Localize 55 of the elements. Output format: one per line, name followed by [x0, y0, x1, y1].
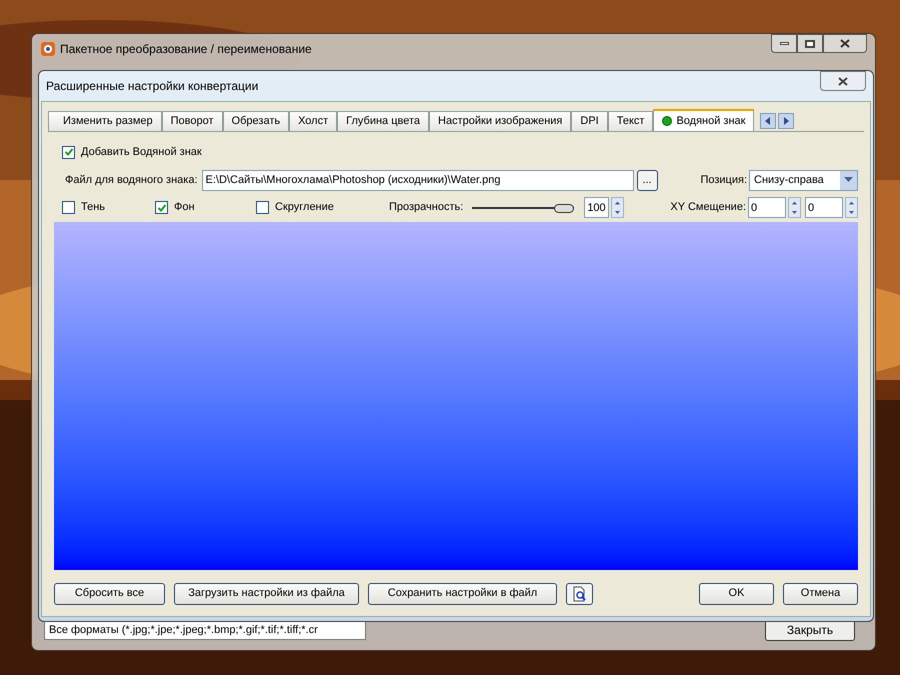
- spin-buttons[interactable]: [611, 197, 624, 218]
- field-label: Файл для водяного знака:: [65, 172, 198, 188]
- window-title: Пакетное преобразование / переименование: [60, 41, 312, 58]
- checkbox-label: Фон: [174, 200, 195, 216]
- checkbox[interactable]: [155, 201, 168, 214]
- checkbox[interactable]: [256, 201, 269, 214]
- tab[interactable]: Настройки изображения: [429, 111, 572, 131]
- checkbox-label: Добавить Водяной знак: [81, 145, 202, 160]
- tab[interactable]: Текст: [608, 111, 654, 131]
- tab[interactable]: Холст: [289, 111, 338, 131]
- minimize-button[interactable]: [771, 34, 797, 53]
- field-label: Прозрачность:: [389, 200, 464, 216]
- maximize-icon: [805, 40, 815, 48]
- dropdown-arrow-icon: [844, 177, 853, 183]
- position-select[interactable]: Снизу-справа: [749, 170, 858, 190]
- dialog-button[interactable]: Сохранить настройки в файл: [368, 582, 557, 604]
- tab[interactable]: Изменить размер: [48, 111, 162, 131]
- dialog-button[interactable]: Сбросить все: [54, 582, 165, 604]
- checkbox[interactable]: [62, 201, 75, 214]
- close-icon: [840, 39, 850, 48]
- offset-x-field[interactable]: 0: [748, 197, 786, 218]
- tab[interactable]: DPI: [571, 111, 608, 131]
- left-arrow-icon: [764, 117, 772, 125]
- spin-buttons[interactable]: [788, 197, 801, 218]
- opacity-slider[interactable]: [472, 202, 574, 214]
- browse-button[interactable]: ...: [636, 170, 658, 190]
- tab[interactable]: Глубина цвета: [337, 111, 430, 131]
- dialog-title: Расширенные настройки конвертации: [46, 78, 258, 95]
- scroll-right-button[interactable]: [778, 113, 794, 129]
- dialog-button[interactable]: Загрузить настройки из файла: [174, 582, 359, 604]
- slider-thumb[interactable]: [554, 204, 574, 212]
- scroll-left-button[interactable]: [760, 113, 776, 129]
- close-icon: [838, 76, 848, 86]
- file-path-field[interactable]: E:\D\Сайты\Многохлама\Photoshop (исходники)\Water.png: [202, 170, 634, 190]
- checkbox[interactable]: [62, 146, 75, 159]
- tab[interactable]: Обрезать: [222, 111, 290, 131]
- dialog-button[interactable]: Отмена: [783, 582, 858, 604]
- maximize-button[interactable]: [797, 34, 823, 53]
- checkbox-label: Скругление: [275, 200, 334, 216]
- right-arrow-icon: [782, 117, 790, 125]
- opacity-field[interactable]: 100: [584, 197, 610, 218]
- field-label: Позиция:: [700, 172, 747, 188]
- close-button[interactable]: [823, 34, 867, 53]
- preview-button[interactable]: [566, 582, 593, 604]
- tab[interactable]: Водяной знак: [653, 109, 754, 131]
- offset-y-field[interactable]: 0: [805, 197, 843, 218]
- dialog-button[interactable]: OK: [699, 582, 774, 604]
- magnifier-icon: [572, 586, 586, 602]
- checkbox-label: Тень: [81, 200, 106, 216]
- spin-buttons[interactable]: [845, 197, 858, 218]
- app-icon: [40, 41, 56, 57]
- close-button[interactable]: [820, 71, 866, 91]
- field-label: XY Смещение:: [670, 200, 746, 216]
- tab[interactable]: Поворот: [162, 111, 223, 131]
- minimize-icon: [780, 42, 788, 45]
